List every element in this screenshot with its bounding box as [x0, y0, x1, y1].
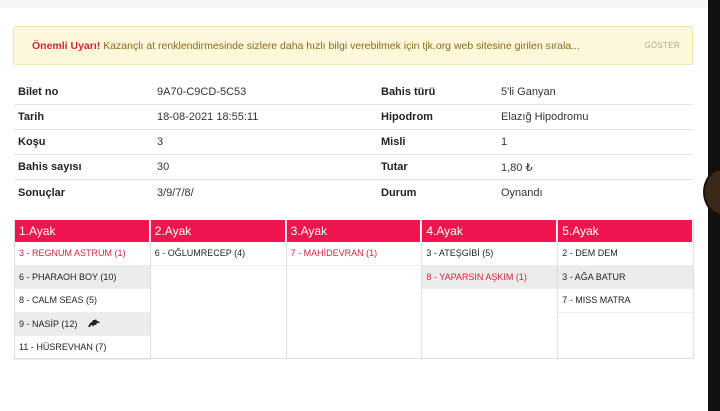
value-date: 18-08-2021 18:55:11 [157, 111, 259, 123]
horse-item-nasip: 9 - NASİP (12) [15, 312, 150, 336]
horse-item: 3 - AĞA BATUR [558, 265, 693, 289]
ticket-info-table: Bilet no 9A70-C9CD-5C53 Bahis türü 5'li … [14, 80, 693, 205]
legs-grid: 1.Ayak 3 - REGNUM ASTRUM (1) 6 - PHARAOH… [14, 220, 694, 360]
horse-item: 7 - MAHİDEVRAN (1) [286, 242, 422, 266]
leg-column: 4.Ayak 3 - ATEŞGİBİ (5) 8 - YAPARSIN AŞK… [422, 220, 559, 359]
value-bet-count: 30 [157, 161, 170, 173]
horse-item: 8 - CALM SEAS (5) [15, 289, 150, 313]
label-date: Tarih [18, 111, 45, 123]
value-results: 3/9/7/8/ [157, 186, 194, 199]
leg-header: 4.Ayak [422, 220, 558, 242]
horse-item-label: 9 - NASİP (12) [19, 318, 78, 329]
label-status: Durum [381, 186, 417, 199]
value-race: 3 [157, 136, 164, 148]
info-row: Sonuçlar 3/9/7/8/ Durum Oynandı [14, 180, 693, 205]
alert-message: Önemli Uyarı! Kazançlı at renklendirmesi… [32, 40, 626, 52]
label-hippodrome: Hipodrom [381, 111, 433, 123]
horse-icon [87, 319, 101, 328]
value-ticket-no: 9A70-C9CD-5C53 [157, 86, 247, 98]
leg-column: 5.Ayak 2 - DEM DEM 3 - AĞA BATUR 7 - MIS… [558, 220, 694, 359]
label-bet-count: Bahis sayısı [18, 161, 82, 173]
label-multiplier: Misli [381, 136, 406, 148]
leg-column: 2.Ayak 6 - OĞLUMRECEP (4) [150, 220, 287, 359]
label-ticket-no: Bilet no [18, 86, 59, 98]
value-multiplier: 1 [501, 136, 508, 148]
info-row: Koşu 3 Misli 1 [14, 130, 693, 155]
value-status: Oynandı [501, 186, 543, 199]
horse-item: 7 - MISS MATRA [558, 289, 693, 313]
horse-item: 3 - REGNUM ASTRUM (1) [15, 242, 150, 266]
leg-header: 2.Ayak [150, 220, 286, 242]
alert-title: Önemli Uyarı! [32, 39, 101, 52]
leg-header: 5.Ayak [558, 220, 693, 242]
label-race: Koşu [18, 136, 46, 148]
info-row: Bahis sayısı 30 Tutar 1,80 ₺ [14, 155, 693, 180]
value-hippodrome: Elazığ Hipodromu [501, 111, 589, 123]
important-alert: Önemli Uyarı! Kazançlı at renklendirmesi… [13, 26, 693, 65]
leg-header: 3.Ayak [286, 220, 422, 242]
leg-header: 1.Ayak [15, 220, 150, 242]
horse-item: 6 - OĞLUMRECEP (4) [150, 242, 286, 266]
horse-item: 6 - PHARAOH BOY (10) [15, 265, 150, 289]
value-amount: 1,80 ₺ [501, 161, 533, 174]
leg-column: 1.Ayak 3 - REGNUM ASTRUM (1) 6 - PHARAOH… [15, 220, 151, 360]
horse-item: 11 - HÜSREVHAN (7) [15, 336, 150, 360]
show-button[interactable]: GÖSTER [644, 41, 680, 50]
info-row: Bilet no 9A70-C9CD-5C53 Bahis türü 5'li … [14, 80, 693, 105]
label-amount: Tutar [381, 161, 408, 173]
horse-item: 3 - ATEŞGİBİ (5) [422, 242, 558, 266]
label-results: Sonuçlar [18, 186, 66, 199]
horse-item: 2 - DEM DEM [558, 242, 693, 266]
alert-body: Kazançlı at renklendirmesinde sizlere da… [100, 39, 580, 52]
info-row: Tarih 18-08-2021 18:55:11 Hipodrom Elazı… [14, 105, 693, 130]
leg-column: 3.Ayak 7 - MAHİDEVRAN (1) [286, 220, 423, 359]
label-bet-type: Bahis türü [381, 86, 436, 98]
horse-item: 8 - YAPARSIN AŞKIM (1) [422, 265, 558, 289]
value-bet-type: 5'li Ganyan [501, 86, 556, 98]
